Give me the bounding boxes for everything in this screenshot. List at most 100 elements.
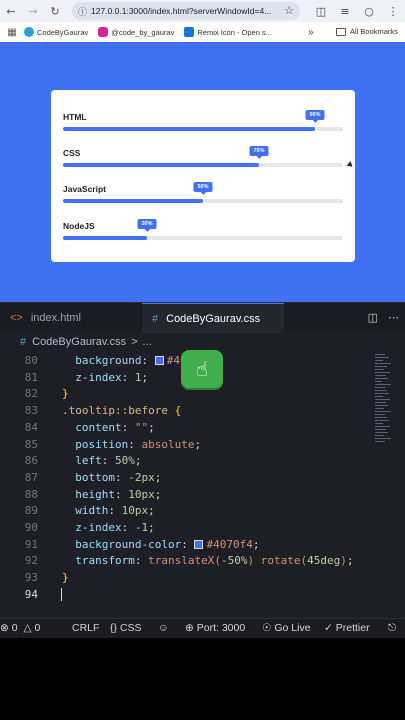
copilot-icon[interactable]: ☺ [158,622,169,634]
breadcrumb-rest[interactable]: ... [143,336,152,348]
bookmark-remix-icon[interactable]: Remix Icon - Open s... [184,27,272,37]
line-number: 87 [24,470,38,484]
tab-label: index.html [30,312,81,324]
bookmark-label: Remix Icon - Open s... [197,27,272,37]
code-text: background-color: #4070f4; [75,537,260,551]
skill-name: JavaScript [63,184,106,194]
code-line[interactable]: 85 position: absolute; [0,436,370,453]
tab-codebygaurav-css[interactable]: # CodeByGaurav.css [142,303,284,333]
extensions-icon[interactable]: ◫ [309,5,333,18]
code-area[interactable]: 80 background: #4070f4;81 z-index: 1;82}… [0,352,370,604]
code-text: } [62,387,69,401]
code-editor: <> index.html # CodeByGaurav.css ◫ ⋯ # C… [0,302,405,638]
text-caret [61,587,62,601]
breadcrumb-file[interactable]: CodeByGaurav.css [32,336,126,348]
code-line[interactable]: 82} [0,385,370,402]
folder-icon [336,27,346,36]
live-server-port[interactable]: ⊕ Port: 3000 [185,622,245,634]
skills-card: HTML 90% CSS 70% JavaScript 50% NodeJS 3… [51,90,355,262]
notifications-icon[interactable]: ⎋ [388,622,396,635]
warning-icon: △ [23,622,32,634]
status-bar: ⊗ 0 △ 0 CRLF {} CSS ☺ ⊕ Port: 3000 ☉ Go … [0,618,405,638]
site-info-icon[interactable]: ⓘ [78,5,87,18]
language-mode[interactable]: {} CSS [110,622,142,634]
code-text: bottom: -2px; [75,470,162,484]
line-number: 81 [24,370,38,384]
code-text: content: ""; [75,420,155,434]
address-bar[interactable]: ⓘ 127.0.0.1:3000/index.html?serverWindow… [72,2,300,20]
apps-grid-icon[interactable]: ▦ [0,27,24,38]
code-line[interactable]: 83 .tooltip::before { [0,402,370,419]
language-label: CSS [119,622,142,634]
progress-track [63,163,343,167]
prettier-label: Prettier [335,622,370,634]
broadcast-icon: ☉ [262,622,272,634]
code-line[interactable]: 94 [0,586,370,603]
tab-search-icon[interactable]: ≡ [333,5,357,18]
code-line[interactable]: 88 height: 10px; [0,486,370,503]
tab-label: CodeByGaurav.css [166,312,261,325]
prettier-button[interactable]: ✓ Prettier [324,622,370,634]
code-line[interactable]: 91 background-color: #4070f4; [0,536,370,553]
problems-indicator[interactable]: ⊗ 0 △ 0 [0,622,40,634]
line-number: 84 [24,420,38,434]
progress-tooltip: 30% [137,219,157,229]
progress-track [63,127,343,131]
error-count: 0 [11,622,18,634]
line-number: 89 [24,504,38,518]
progress-fill [63,199,203,203]
warning-count: 0 [34,622,41,634]
web-page: HTML 90% CSS 70% JavaScript 50% NodeJS 3… [0,42,405,302]
all-bookmarks-button[interactable]: All Bookmarks [336,27,398,36]
go-live-label: Go Live [274,622,311,634]
thumbs-up-icon: ☝ [181,350,223,388]
code-line[interactable]: 87 bottom: -2px; [0,469,370,486]
progress-fill [63,163,259,167]
reload-icon[interactable]: ↻ [44,0,66,22]
forward-icon[interactable]: → [22,0,44,22]
port-label: Port: 3000 [196,622,246,634]
code-line[interactable]: 89 width: 10px; [0,502,370,519]
tab-actions: ◫ ⋯ [368,311,399,324]
code-line[interactable]: 92 transform: translateX(-50%) rotate(45… [0,552,370,569]
telegram-icon [24,27,34,37]
back-icon[interactable]: ← [0,0,22,22]
bookmark-instagram[interactable]: @code_by_gaurav [98,27,174,37]
code-text: transform: translateX(-50%) rotate(45deg… [75,554,354,568]
code-text: left: 50%; [75,454,142,468]
braces-icon: {} [110,622,118,634]
line-ending[interactable]: CRLF [72,622,99,634]
browser-toolbar: ← → ↻ ⓘ 127.0.0.1:3000/index.html?server… [0,0,405,22]
code-text: z-index: 1; [75,370,149,384]
code-line[interactable]: 84 content: ""; [0,419,370,436]
code-line[interactable]: 90 z-index: -1; [0,519,370,536]
progress-tooltip: 90% [305,110,325,120]
progress-tooltip: 50% [193,182,213,192]
menu-icon[interactable]: ⋮ [381,5,405,18]
html-file-icon: <> [10,312,23,324]
bookmark-codebygaurav[interactable]: CodeByGaurav [24,27,88,37]
code-text: } [62,571,69,585]
more-actions-icon[interactable]: ⋯ [388,311,399,324]
profile-icon[interactable]: ○ [357,5,381,18]
bookmark-star-icon[interactable]: ☆ [284,4,294,17]
line-number: 93 [24,571,38,585]
more-bookmarks-button[interactable]: » [308,27,314,38]
screen: ← → ↻ ⓘ 127.0.0.1:3000/index.html?server… [0,0,405,720]
error-icon: ⊗ [0,622,9,634]
line-number: 91 [24,537,38,551]
progress-fill [63,127,315,131]
code-line[interactable]: 86 left: 50%; [0,452,370,469]
code-text: .tooltip::before { [62,404,182,418]
code-line[interactable]: 93} [0,569,370,586]
code-text: height: 10px; [75,487,162,501]
go-live-button[interactable]: ☉ Go Live [262,622,311,634]
line-number: 80 [24,354,38,367]
toolbar-actions: ◫ ≡ ○ ⋮ [309,0,405,22]
line-number: 83 [24,404,38,418]
minimap[interactable] [375,352,395,452]
tab-index-html[interactable]: <> index.html [0,303,142,333]
split-editor-icon[interactable]: ◫ [368,311,378,324]
css-file-icon: # [20,336,27,348]
bookmark-label: @code_by_gaurav [111,27,175,37]
